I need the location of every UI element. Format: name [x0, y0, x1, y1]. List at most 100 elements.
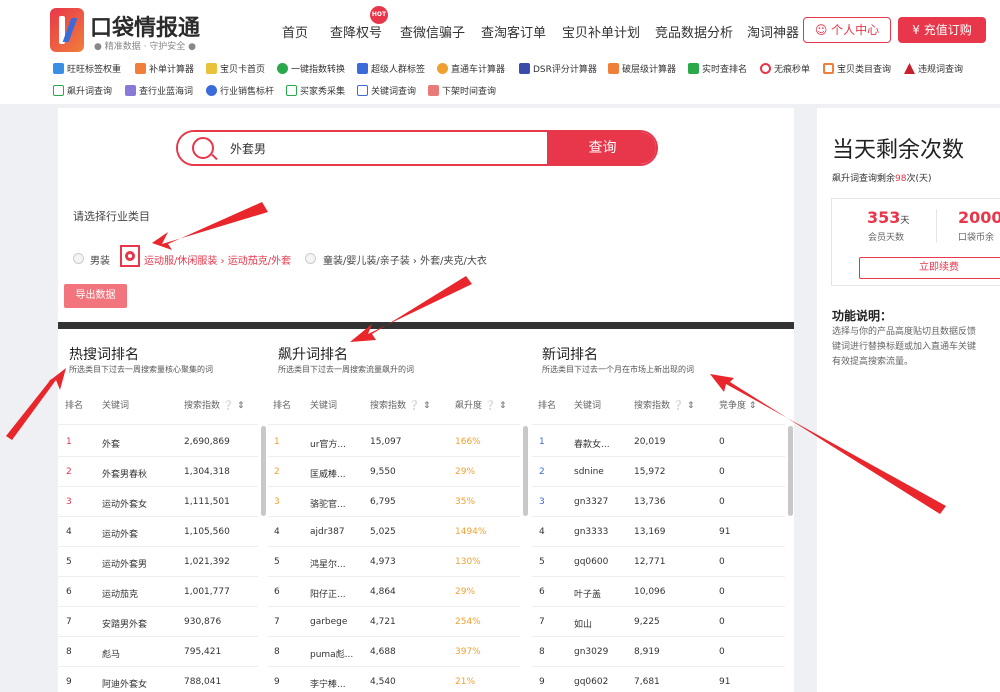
new-keyword-cell[interactable]: gq0602 [574, 677, 608, 687]
new-keyword-cell[interactable]: 如山 [574, 617, 592, 630]
radio-menswear[interactable] [73, 253, 84, 264]
tool-item-homepage[interactable]: 宝贝卡首页 [206, 62, 265, 75]
new-scrollbar[interactable] [788, 426, 793, 516]
rise-keyword-cell[interactable]: puma彪... [310, 647, 353, 660]
brand-logo[interactable]: 口袋情报通 ● 精准数据 · 守护安全 ● [50, 8, 210, 54]
new-keyword-cell[interactable]: 春款女... [574, 437, 610, 450]
help-icon: ❔ [672, 401, 685, 411]
rise-scrollbar[interactable] [523, 426, 528, 516]
export-button[interactable]: 导出数据 [64, 284, 127, 308]
new-rank-cell: 8 [539, 647, 545, 657]
hot-keyword-cell[interactable]: 运动外套女 [102, 497, 147, 510]
new-rank-cell: 5 [539, 557, 545, 567]
hot-keyword-cell[interactable]: 运动外套 [102, 527, 138, 540]
tool-industry-benchmark[interactable]: 行业销售标杆 [206, 84, 274, 97]
tool-keyword-query[interactable]: 关键词查询 [357, 84, 416, 97]
rise-rank-cell: 6 [274, 587, 280, 597]
rise-metric-cell: 397% [455, 647, 481, 657]
radio-sportswear-selected[interactable] [120, 245, 140, 267]
nav-competitor-analysis[interactable]: 竞品数据分析 [655, 22, 733, 41]
option-menswear[interactable]: 男装 [90, 252, 110, 267]
renew-button[interactable]: 立即续费 [859, 257, 1000, 279]
rise-rank-cell: 1 [274, 437, 280, 447]
tool-rising-words[interactable]: 飙升词查询 [53, 84, 112, 97]
rise-keyword-cell[interactable]: garbege [310, 617, 347, 627]
new-keyword-cell[interactable]: gq0600 [574, 557, 608, 567]
tool-delist-time[interactable]: 下架时间查询 [428, 84, 496, 97]
new-rank-cell: 3 [539, 497, 545, 507]
nav-home[interactable]: 首页 [282, 22, 308, 41]
rise-keyword-cell[interactable]: ajdr387 [310, 527, 345, 537]
radio-kidswear[interactable] [305, 253, 316, 264]
tool-realtime-rank[interactable]: 实时查排名 [688, 62, 747, 75]
nav-keyword-tool[interactable]: 淘词神器 [747, 22, 799, 41]
rise-metric-cell: 254% [455, 617, 481, 627]
level-icon [608, 63, 619, 74]
rise-keyword-cell[interactable]: 李宁棒... [310, 677, 346, 690]
section-divider [58, 322, 794, 329]
tool-level-calc[interactable]: 破层级计算器 [608, 62, 676, 75]
rise-keyword-cell[interactable]: 骆驼官... [310, 497, 346, 510]
new-th-index[interactable]: 搜索指数 ❔ ⇕ [634, 398, 695, 411]
tool-buyer-show[interactable]: 买家秀采集 [286, 84, 345, 97]
nav-check-taoke-order[interactable]: 查淘客订单 [481, 22, 546, 41]
hot-keyword-cell[interactable]: 彪马 [102, 647, 120, 660]
option-kidswear[interactable]: 童装/婴儿装/亲子装 › 外套/夹克/大衣 [323, 252, 487, 267]
new-index-cell: 13,736 [634, 497, 666, 507]
rise-keyword-cell[interactable]: ur官方... [310, 437, 346, 450]
rise-rank-cell: 8 [274, 647, 280, 657]
hot-keyword-cell[interactable]: 阿迪外套女 [102, 677, 147, 690]
side-panel: 当天剩余次数 飙升词查询剩余98次(天) 353天 会员天数 2000+ 口袋币… [817, 108, 1000, 692]
tool-traceless-order[interactable]: 无痕秒单 [760, 62, 810, 75]
new-metric-cell: 91 [719, 677, 731, 687]
hot-keyword-cell[interactable]: 运动外套男 [102, 557, 147, 570]
function-desc-line: 有效提高搜索流量。 [832, 357, 914, 367]
search-button[interactable]: 查询 [547, 132, 656, 164]
tool-order-calc[interactable]: 补单计算器 [135, 62, 194, 75]
tool-ztc-calc[interactable]: 直通车计算器 [437, 62, 505, 75]
tool-index-convert[interactable]: 一键指数转换 [277, 62, 345, 75]
new-keyword-cell[interactable]: sdnine [574, 467, 604, 477]
tool-blue-ocean-words[interactable]: 查行业蓝海词 [125, 84, 193, 97]
new-keyword-cell[interactable]: gn3029 [574, 647, 608, 657]
rise-keyword-cell[interactable]: 鸿星尔... [310, 557, 346, 570]
rise-metric-cell: 130% [455, 557, 481, 567]
new-keyword-cell[interactable]: gn3333 [574, 527, 608, 537]
new-keyword-cell[interactable]: 叶子盖 [574, 587, 601, 600]
nav-check-demoted[interactable]: 查降权号 [330, 22, 382, 41]
rocket-icon [437, 63, 448, 74]
hot-keyword-cell[interactable]: 安踏男外套 [102, 617, 147, 630]
rise-th-index[interactable]: 搜索指数 ❔ ⇕ [370, 398, 431, 411]
nav-check-wechat-scam[interactable]: 查微信骗子 [400, 22, 465, 41]
tool-wangwang-tag[interactable]: 旺旺标签权重 [53, 62, 121, 75]
rise-th-rate[interactable]: 飙升度 ❔ ⇕ [455, 398, 507, 411]
new-rank-cell: 1 [539, 437, 545, 447]
nav-order-plan[interactable]: 宝贝补单计划 [562, 22, 640, 41]
tool-crowd-tag[interactable]: 超级人群标签 [357, 62, 425, 75]
rise-metric-cell: 35% [455, 497, 476, 507]
hot-scrollbar[interactable] [261, 426, 266, 516]
new-th-rank: 排名 [538, 401, 557, 411]
hot-index-cell: 2,690,869 [184, 437, 230, 447]
new-index-cell: 7,681 [634, 677, 660, 687]
search-input[interactable] [178, 132, 547, 164]
new-keyword-cell[interactable]: gn3327 [574, 497, 608, 507]
new-th-competition[interactable]: 竞争度 ⇕ [719, 398, 756, 411]
rise-keyword-cell[interactable]: 匡威棒... [310, 467, 346, 480]
recharge-button[interactable]: ¥ 充值订购 [898, 17, 986, 43]
hot-keyword-cell[interactable]: 运动茄克 [102, 587, 138, 600]
help-icon: ❔ [408, 401, 421, 411]
hot-keyword-cell[interactable]: 外套男春秋 [102, 467, 147, 480]
hot-index-cell: 930,876 [184, 617, 222, 627]
user-center-button[interactable]: ☺ 个人中心 [803, 17, 891, 43]
hot-th-index[interactable]: 搜索指数 ❔ ⇕ [184, 398, 245, 411]
option-sportswear[interactable]: 运动服/休闲服装 › 运动茄克/外套 [144, 252, 291, 267]
rise-keyword-cell[interactable]: 阳仔正... [310, 587, 346, 600]
rise-table-row [268, 606, 520, 607]
tool-dsr-calc[interactable]: DSR评分计算器 [519, 62, 597, 75]
rise-table-row [268, 516, 520, 517]
hot-keyword-cell[interactable]: 外套 [102, 437, 120, 450]
tool-category-query[interactable]: 宝贝类目查询 [823, 62, 891, 75]
rise-index-cell: 6,795 [370, 497, 396, 507]
tool-violation-words[interactable]: 违规词查询 [904, 62, 963, 75]
